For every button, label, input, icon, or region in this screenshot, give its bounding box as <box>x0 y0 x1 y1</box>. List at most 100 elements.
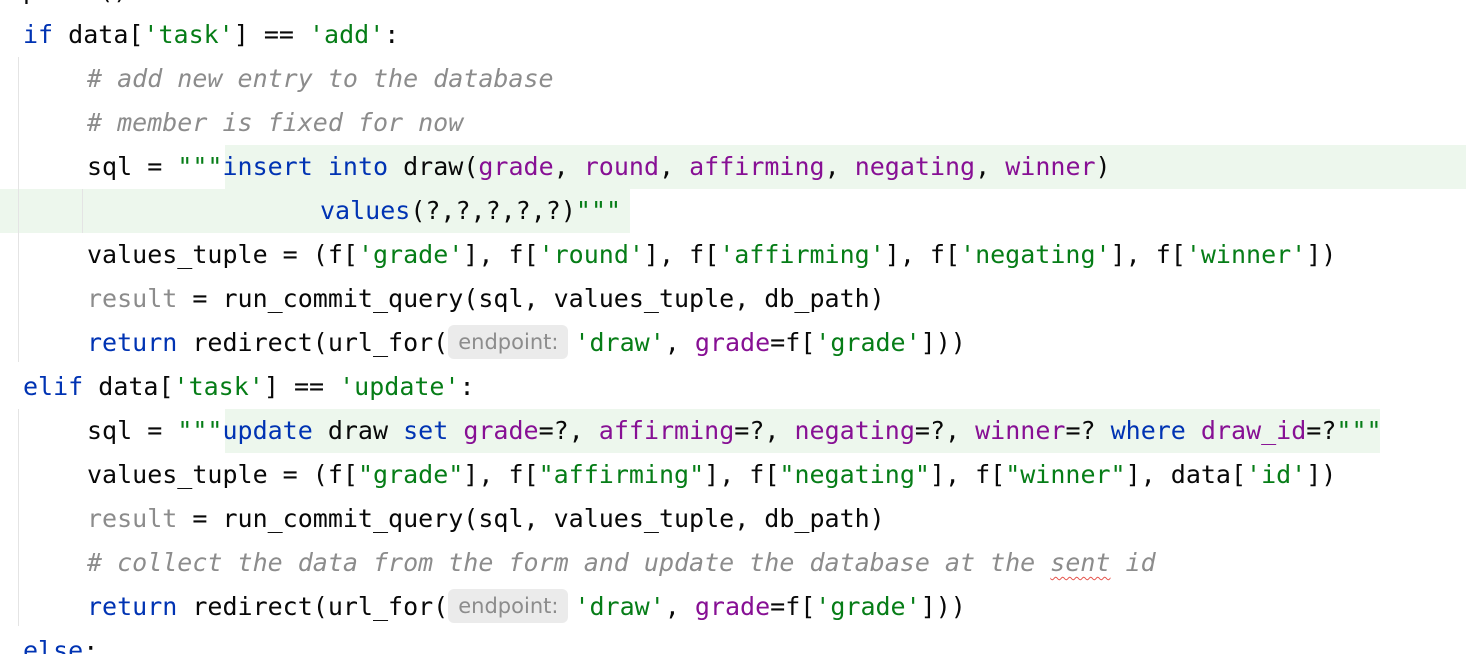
code-token: 'winner' <box>1185 240 1307 269</box>
code-token: =f[ <box>770 328 816 357</box>
code-token: ], f[ <box>1110 240 1186 269</box>
code-token: = run_commit_query(sql, values_tuple, db… <box>177 504 885 533</box>
code-token: , <box>824 152 855 181</box>
code-line-content: sql = """insert into draw(grade, round, … <box>87 145 1111 189</box>
code-token: else <box>23 636 84 654</box>
code-token: =? <box>1065 416 1111 445</box>
code-token: ) <box>1095 152 1111 181</box>
code-token: ]) <box>1306 460 1337 489</box>
code-token: "affirming" <box>538 460 705 489</box>
code-line-content: return redirect(url_for(endpoint:'draw',… <box>87 585 966 629</box>
code-line[interactable]: values_tuple = (f['grade'], f['round'], … <box>0 233 1466 277</box>
code-token: draw_id <box>1200 416 1307 445</box>
parameter-name-hint: endpoint: <box>448 589 569 623</box>
code-token: 'update' <box>339 372 460 401</box>
code-token: , <box>975 152 1006 181</box>
code-token: where <box>1110 416 1186 445</box>
code-token: ], f[ <box>704 460 780 489</box>
code-token: =?, <box>914 416 976 445</box>
code-token: redirect(url_for( <box>177 328 449 357</box>
code-token: negating <box>854 152 976 181</box>
code-line[interactable]: print() <box>0 0 1466 13</box>
code-line[interactable]: sql = """insert into draw(grade, round, … <box>0 145 1466 189</box>
code-token: "negating" <box>779 460 930 489</box>
code-token: return <box>87 328 178 357</box>
code-token: grade <box>694 592 771 621</box>
code-token: ], f[ <box>929 460 1006 489</box>
code-token: # add new entry to the database <box>87 64 554 93</box>
code-line-content: result = run_commit_query(sql, values_tu… <box>87 277 885 321</box>
code-line-content: values_tuple = (f["grade"], f["affirming… <box>87 453 1336 497</box>
code-token: insert <box>222 152 313 181</box>
code-line-content: return redirect(url_for(endpoint:'draw',… <box>87 321 966 365</box>
code-token: 'grade' <box>357 240 464 269</box>
code-token: # collect the data from the form and upd… <box>87 548 1051 577</box>
code-line[interactable]: elif data['task'] == 'update': <box>0 365 1466 409</box>
code-line-content: # add new entry to the database <box>87 57 554 101</box>
code-line[interactable]: # add new entry to the database <box>0 57 1466 101</box>
code-token: ], f[ <box>884 240 961 269</box>
code-token: draw( <box>388 152 479 181</box>
code-token: "winner" <box>1005 460 1126 489</box>
code-token: affirming <box>598 416 735 445</box>
code-token: ] == <box>263 372 340 401</box>
code-line[interactable]: result = run_commit_query(sql, values_tu… <box>0 497 1466 541</box>
code-line-content: values(?,?,?,?,?)""" <box>320 189 621 233</box>
code-line[interactable]: else: <box>0 629 1466 654</box>
code-token: (?,?,?,?,?) <box>410 196 576 225</box>
code-line[interactable]: # member is fixed for now <box>0 101 1466 145</box>
code-line-content: result = run_commit_query(sql, values_tu… <box>87 497 885 541</box>
code-token: ])) <box>920 592 966 621</box>
code-line[interactable]: values(?,?,?,?,?)""" <box>0 189 1466 233</box>
code-token: # member is fixed for now <box>87 108 464 137</box>
code-token: sent <box>1050 548 1111 577</box>
code-line-content: # member is fixed for now <box>87 101 463 145</box>
code-token: elif <box>23 372 84 401</box>
code-line[interactable]: result = run_commit_query(sql, values_tu… <box>0 277 1466 321</box>
code-token: result <box>87 504 178 533</box>
code-line[interactable]: # collect the data from the form and upd… <box>0 541 1466 585</box>
code-token: 'affirming' <box>719 240 885 269</box>
code-token: """ <box>177 416 223 445</box>
code-line-content: elif data['task'] == 'update': <box>23 365 475 409</box>
code-token: "grade" <box>357 460 464 489</box>
code-token: into <box>327 152 389 181</box>
code-line[interactable]: if data['task'] == 'add': <box>0 13 1466 57</box>
code-token: """ <box>575 196 622 225</box>
code-token: values_tuple = (f[ <box>87 240 358 269</box>
code-token: 'negating' <box>960 240 1111 269</box>
code-token: 'id' <box>1246 460 1307 489</box>
code-token: 'task' <box>173 372 264 401</box>
code-line-content: if data['task'] == 'add': <box>23 13 399 57</box>
code-token: =?, <box>734 416 795 445</box>
code-token: sql = <box>87 152 178 181</box>
code-line-content: values_tuple = (f['grade'], f['round'], … <box>87 233 1336 277</box>
code-token: 'grade' <box>815 328 921 357</box>
code-token: grade <box>463 416 539 445</box>
code-token: winner <box>975 416 1066 445</box>
code-line[interactable]: return redirect(url_for(endpoint:'draw',… <box>0 585 1466 629</box>
code-line[interactable]: sql = """update draw set grade=?, affirm… <box>0 409 1466 453</box>
code-token: , <box>553 152 584 181</box>
code-token: print() <box>23 0 128 5</box>
code-token: ] == <box>233 20 309 49</box>
code-token: =f[ <box>770 592 816 621</box>
code-token: values <box>320 196 411 225</box>
code-token: update <box>222 416 313 445</box>
code-token: draw <box>312 416 404 445</box>
code-token: values_tuple = (f[ <box>87 460 358 489</box>
code-token: data[ <box>53 20 144 49</box>
code-token: , <box>664 328 695 357</box>
code-token: =? <box>1306 416 1337 445</box>
code-line[interactable]: values_tuple = (f["grade"], f["affirming… <box>0 453 1466 497</box>
code-line[interactable]: return redirect(url_for(endpoint:'draw',… <box>0 321 1466 365</box>
code-token: round <box>583 152 660 181</box>
code-token: ], f[ <box>463 240 539 269</box>
parameter-name-hint: endpoint: <box>448 325 569 359</box>
code-editor[interactable]: print() if data['task'] == 'add': # add ne… <box>0 0 1466 654</box>
code-token: 'grade' <box>815 592 921 621</box>
code-token: result <box>87 284 178 313</box>
